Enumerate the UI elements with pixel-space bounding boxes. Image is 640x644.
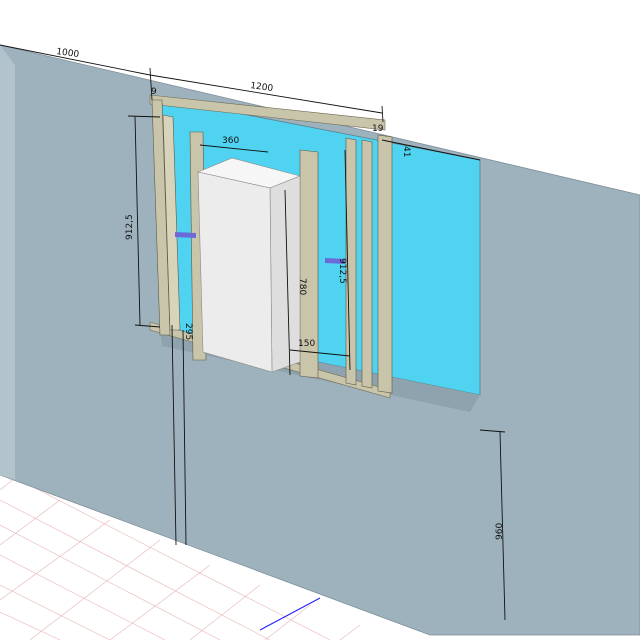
cad-viewport[interactable]: 1000 1200 9 19 41 360 912,5 780 912,5 29…	[0, 0, 640, 641]
wall-section-drawing: 1000 1200 9 19 41 360 912,5 780 912,5 29…	[0, 44, 640, 641]
bracket-left	[175, 232, 196, 238]
dim-left-post: 9	[151, 87, 157, 97]
stud-right-b	[361, 139, 373, 389]
dim-cistern-width: 360	[222, 136, 239, 146]
grid-axis-blue	[259, 597, 321, 631]
dim-cistern-height: 780	[297, 278, 307, 295]
dim-sill-height: 960	[495, 523, 505, 540]
dim-right-height: 912,5	[337, 258, 347, 284]
dim-bottom-left: 295	[183, 323, 193, 340]
dim-wall-offset: 1000	[56, 47, 80, 60]
dim-right-small: 41	[401, 146, 411, 157]
dim-bottom-mid: 150	[298, 339, 315, 349]
stud-right-c	[377, 134, 393, 394]
dim-right-post: 19	[372, 124, 384, 134]
cistern-front	[197, 171, 273, 373]
wall-left-face	[0, 45, 15, 480]
dim-left-height: 912,5	[125, 214, 135, 240]
